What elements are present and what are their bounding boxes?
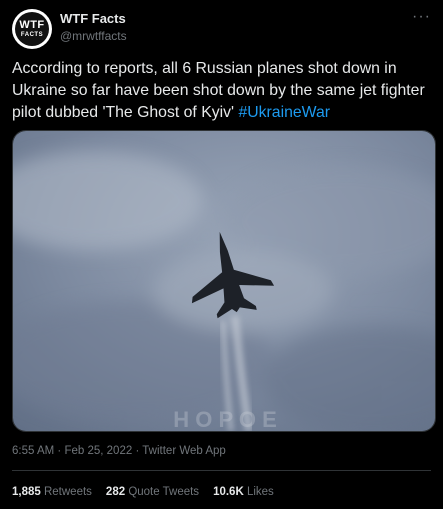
tweet-meta: 6:55 AM · Feb 25, 2022 · Twitter Web App bbox=[12, 445, 226, 457]
quote-tweets-label: Quote Tweets bbox=[128, 486, 200, 498]
divider bbox=[12, 470, 431, 471]
author-display-name[interactable]: WTF Facts bbox=[60, 11, 127, 26]
tweet-header: WTF FACTS WTF Facts @mrwtffacts ··· bbox=[12, 8, 431, 49]
avatar[interactable]: WTF FACTS bbox=[12, 9, 52, 49]
fighter-jet-photo: H O P O E bbox=[13, 131, 435, 432]
tweet-date[interactable]: Feb 25, 2022 bbox=[64, 445, 132, 457]
tweet-time[interactable]: 6:55 AM bbox=[12, 445, 54, 457]
retweets-stat[interactable]: 1,885 Retweets bbox=[12, 486, 92, 498]
tweet-stats: 1,885 Retweets 282 Quote Tweets 10.6K Li… bbox=[12, 486, 274, 498]
hashtag-link[interactable]: #UkraineWar bbox=[238, 104, 330, 121]
avatar-text-top: WTF bbox=[19, 19, 45, 31]
tweet-source[interactable]: Twitter Web App bbox=[142, 445, 226, 457]
likes-stat[interactable]: 10.6K Likes bbox=[213, 486, 274, 498]
meta-separator-2: · bbox=[135, 445, 140, 457]
author-handle[interactable]: @mrwtffacts bbox=[60, 29, 127, 43]
likes-count: 10.6K bbox=[213, 486, 244, 498]
likes-label: Likes bbox=[246, 486, 274, 498]
retweets-label: Retweets bbox=[43, 486, 92, 498]
quote-tweets-count: 282 bbox=[105, 486, 126, 498]
retweets-count: 1,885 bbox=[12, 486, 41, 498]
quote-tweets-stat[interactable]: 282 Quote Tweets bbox=[106, 486, 199, 498]
tweet-media[interactable]: H O P O E bbox=[12, 130, 436, 432]
media-watermark: H O P O E bbox=[173, 407, 277, 432]
author-info: WTF Facts @mrwtffacts bbox=[60, 11, 127, 43]
avatar-text-bottom: FACTS bbox=[20, 32, 44, 38]
tweet-body: According to reports, all 6 Russian plan… bbox=[12, 60, 425, 121]
tweet-text: According to reports, all 6 Russian plan… bbox=[12, 58, 436, 124]
meta-separator-1: · bbox=[57, 445, 62, 457]
more-options-icon[interactable]: ··· bbox=[412, 8, 431, 26]
avatar-logo: WTF FACTS bbox=[15, 12, 49, 46]
